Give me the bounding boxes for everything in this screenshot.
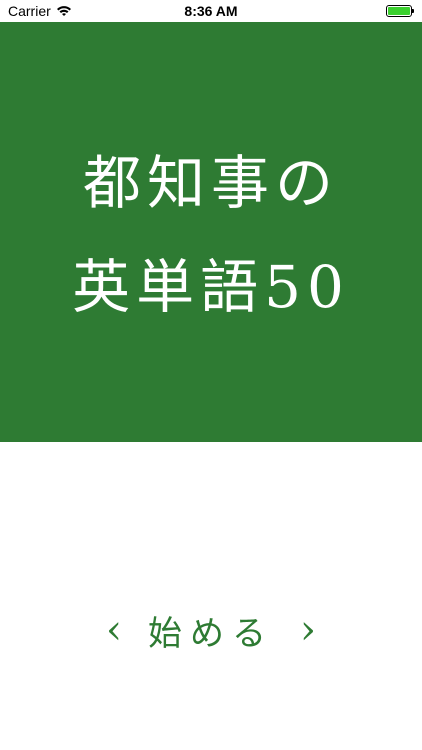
chevron-left-icon: ‹ xyxy=(106,607,122,653)
title-banner: 都知事の 英単語50 xyxy=(0,22,422,442)
app-title-line-2: 英単語50 xyxy=(72,253,350,321)
battery-icon xyxy=(386,5,414,17)
start-button[interactable]: ‹ 始める › xyxy=(106,606,316,655)
app-title-line-1: 都知事の xyxy=(82,149,339,217)
chevron-right-icon: › xyxy=(300,607,316,653)
start-area: ‹ 始める › xyxy=(0,590,422,670)
battery-level xyxy=(388,7,410,15)
status-time: 8:36 AM xyxy=(184,3,238,19)
start-button-label: 始める xyxy=(148,613,274,654)
status-bar: Carrier 8:36 AM xyxy=(0,0,422,22)
